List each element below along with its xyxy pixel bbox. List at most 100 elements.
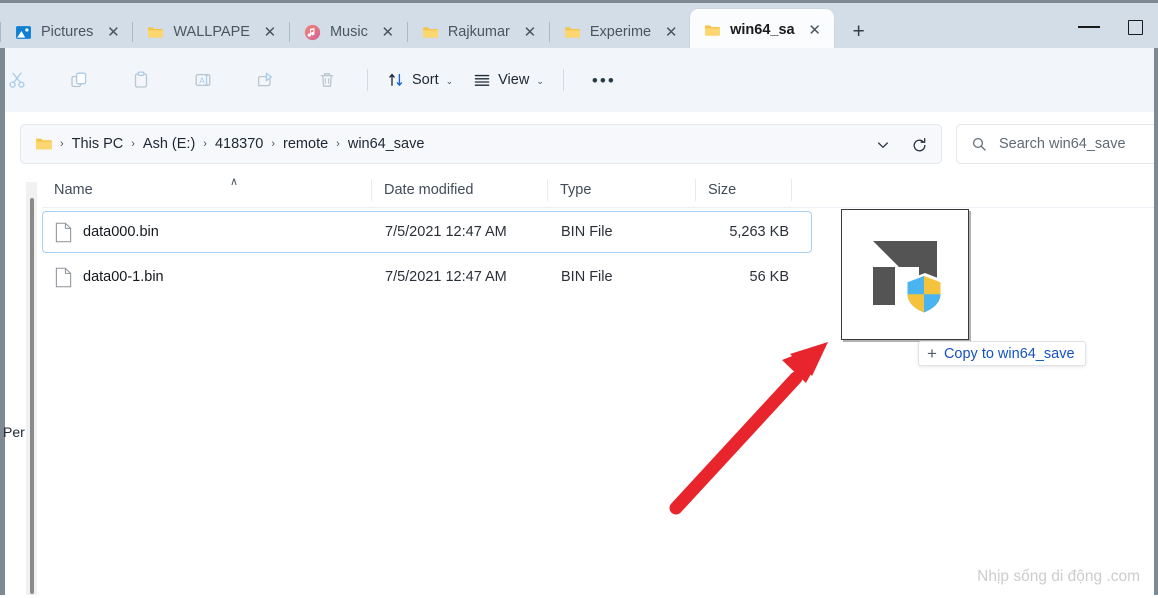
toolbar-divider	[562, 69, 564, 91]
music-icon	[304, 24, 321, 40]
breadcrumb-item-remote[interactable]: remote	[276, 133, 335, 155]
drop-hint-label: Copy to win64_save	[943, 345, 1075, 362]
refresh-button[interactable]	[901, 129, 937, 161]
table-row[interactable]: data00-1.bin 7/5/2021 12:47 AM BIN File …	[42, 256, 812, 298]
chevron-down-icon: ⌄	[536, 75, 544, 86]
breadcrumb-item-win64-save[interactable]: win64_save	[341, 133, 432, 155]
table-row[interactable]: data000.bin 7/5/2021 12:47 AM BIN File 5…	[42, 211, 812, 253]
folder-icon	[422, 26, 438, 38]
file-size-cell: 56 KB	[749, 269, 790, 285]
tab-strip: Pictures ✕ WALLPAPE ✕ Music ✕ Rajkumar ✕…	[0, 6, 874, 51]
file-icon	[55, 222, 72, 242]
file-name-label: data00-1.bin	[83, 269, 164, 285]
file-explorer-window: Pictures ✕ WALLPAPE ✕ Music ✕ Rajkumar ✕…	[0, 0, 1158, 598]
tab-close-icon[interactable]: ✕	[519, 21, 541, 43]
maximize-button[interactable]	[1112, 6, 1158, 48]
tab-close-icon[interactable]: ✕	[377, 21, 399, 43]
watermark-text: Nhịp sống di động .com	[977, 568, 1140, 585]
breadcrumb-separator: ›	[336, 138, 340, 150]
search-input[interactable]: Search win64_save	[999, 136, 1126, 152]
share-button[interactable]	[243, 62, 287, 98]
trash-icon	[320, 73, 334, 87]
toolbar-divider	[367, 69, 368, 91]
tab-label: WALLPAPE	[173, 24, 250, 40]
file-name-cell: data00-1.bin	[43, 267, 373, 288]
tab-music[interactable]: Music ✕	[290, 13, 407, 51]
column-header-size[interactable]: Size	[696, 172, 792, 208]
pictures-icon	[16, 25, 31, 39]
navigation-scrollbar-thumb[interactable]	[30, 198, 34, 594]
address-bar[interactable]: › This PC › Ash (E:) › 418370 › remote ›…	[20, 124, 942, 164]
chevron-down-icon: ⌄	[445, 75, 454, 86]
folder-icon	[148, 26, 164, 38]
tab-label: Pictures	[41, 24, 94, 40]
sort-button[interactable]: Sort ⌄	[377, 63, 463, 97]
view-button[interactable]: View ⌄	[463, 63, 554, 97]
folder-icon	[564, 26, 580, 38]
search-box[interactable]: Search win64_save	[956, 124, 1158, 164]
minimize-icon	[1078, 26, 1100, 28]
tab-label: Rajkumar	[447, 24, 510, 40]
tab-rajkumar[interactable]: Rajkumar ✕	[408, 13, 549, 51]
minimize-button[interactable]	[1066, 6, 1112, 48]
column-header-name-label: Name	[54, 181, 93, 198]
title-bar: Pictures ✕ WALLPAPE ✕ Music ✕ Rajkumar ✕…	[0, 0, 1158, 51]
nav-item-clipped-label[interactable]: Per	[3, 424, 25, 440]
drop-hint-tooltip: + Copy to win64_save	[918, 341, 1086, 366]
breadcrumb-item-this-pc[interactable]: This PC	[65, 133, 131, 155]
folder-icon	[36, 138, 52, 150]
paste-icon	[134, 71, 148, 88]
svg-text:A: A	[199, 75, 205, 85]
drag-ghost-thumbnail[interactable]	[841, 209, 969, 340]
rename-icon: A	[195, 73, 211, 87]
column-header-type-label: Type	[560, 181, 592, 198]
delete-button[interactable]	[305, 62, 349, 98]
copy-button[interactable]	[57, 62, 101, 98]
tab-experiment[interactable]: Experime ✕	[550, 13, 690, 51]
address-bar-actions	[865, 129, 937, 161]
address-bar-row: › This PC › Ash (E:) › 418370 › remote ›…	[0, 120, 1158, 172]
window-controls	[1066, 6, 1158, 51]
breadcrumb-separator: ›	[60, 138, 64, 150]
refresh-icon	[913, 137, 925, 151]
file-icon	[55, 267, 72, 287]
window-right-border	[1154, 48, 1158, 598]
paste-button[interactable]	[119, 62, 163, 98]
column-header-date-label: Date modified	[384, 181, 474, 198]
more-options-button[interactable]: •••	[582, 62, 626, 98]
tab-close-icon[interactable]: ✕	[660, 21, 682, 43]
breadcrumb-item-ash-e[interactable]: Ash (E:)	[136, 133, 202, 155]
tab-win64-save[interactable]: win64_sa ✕	[690, 9, 834, 51]
scissors-icon	[9, 72, 25, 88]
command-bar: A Sort ⌄ View ⌄ •••	[0, 48, 1158, 112]
new-tab-button[interactable]: +	[844, 17, 874, 47]
search-icon	[972, 137, 986, 151]
breadcrumb-item-418370[interactable]: 418370	[208, 133, 270, 155]
ellipsis-icon: •••	[591, 70, 616, 90]
tab-close-icon[interactable]: ✕	[804, 19, 826, 41]
share-icon	[257, 72, 272, 87]
file-date-cell: 7/5/2021 12:47 AM	[385, 269, 507, 285]
column-header-date-modified[interactable]: Date modified	[372, 172, 548, 208]
breadcrumb: › This PC › Ash (E:) › 418370 › remote ›…	[59, 133, 431, 155]
rename-button[interactable]: A	[181, 62, 225, 98]
folder-icon	[705, 24, 721, 36]
plus-icon: +	[927, 344, 937, 363]
tab-label: win64_sa	[730, 22, 795, 38]
cut-button[interactable]	[0, 62, 39, 98]
column-header-name[interactable]: Name ∧	[42, 172, 372, 208]
tab-wallpaper[interactable]: WALLPAPE ✕	[133, 13, 289, 51]
sort-ascending-icon: ∧	[230, 175, 239, 188]
tab-close-icon[interactable]: ✕	[102, 21, 124, 43]
file-size-cell: 5,263 KB	[729, 224, 789, 240]
tab-pictures[interactable]: Pictures ✕	[1, 13, 132, 51]
view-label: View	[498, 72, 530, 88]
file-name-label: data000.bin	[83, 224, 159, 240]
column-header-type[interactable]: Type	[548, 172, 696, 208]
file-list: Name ∧ Date modified Type Size data000.b…	[42, 172, 1158, 598]
sort-label: Sort	[412, 72, 439, 88]
command-bar-items: A Sort ⌄ View ⌄ •••	[0, 48, 635, 112]
file-date-cell: 7/5/2021 12:47 AM	[385, 224, 507, 240]
previous-locations-button[interactable]	[865, 129, 901, 161]
tab-close-icon[interactable]: ✕	[259, 21, 281, 43]
